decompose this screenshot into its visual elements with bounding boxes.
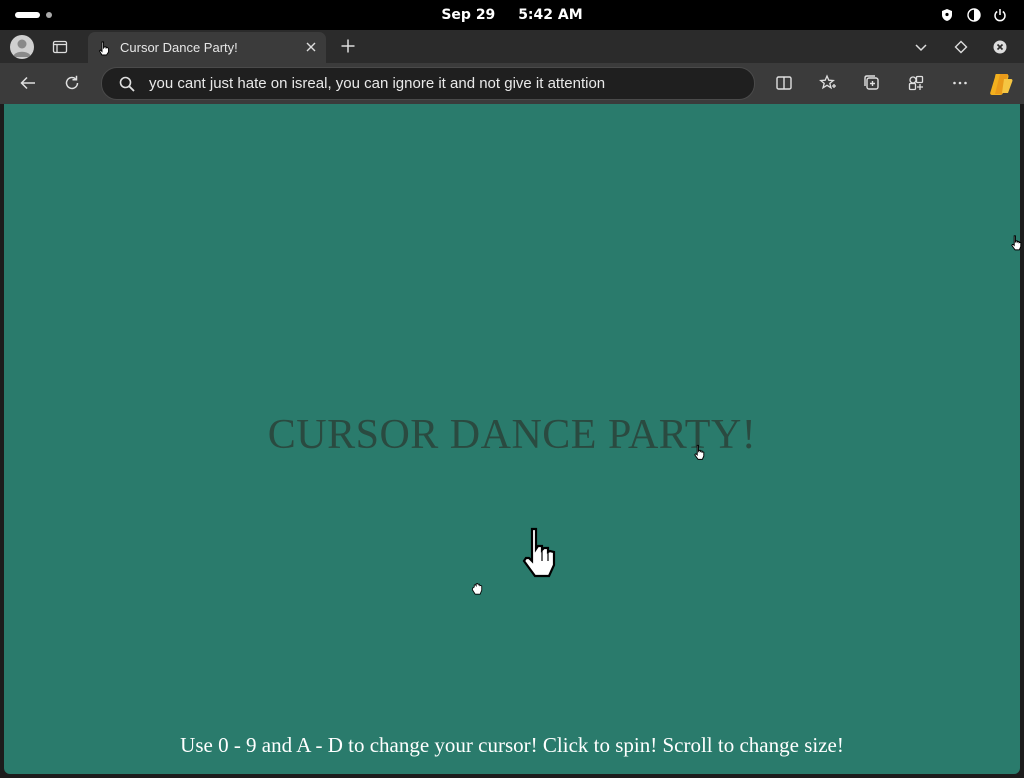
split-screen-icon[interactable] [775, 74, 793, 92]
favorites-icon[interactable] [819, 74, 837, 92]
back-icon[interactable] [19, 74, 37, 92]
hand-cursor-icon [98, 41, 109, 56]
tab-actions-icon[interactable] [52, 39, 68, 55]
page-title: CURSOR DANCE PARTY! [267, 412, 757, 458]
address-bar[interactable]: you cant just hate on isreal, you can ig… [101, 67, 755, 100]
volume-icon[interactable] [967, 8, 981, 22]
tab-title: Cursor Dance Party! [120, 40, 238, 55]
hand-pointer-cursor-icon [1011, 235, 1022, 251]
reload-icon[interactable] [63, 74, 81, 92]
window-close-icon[interactable] [992, 39, 1008, 55]
new-tab-icon[interactable] [340, 38, 356, 54]
clock-date: Sep 29 [441, 7, 496, 23]
os-top-bar: Sep 29 5:42 AM [0, 0, 1024, 30]
tab-strip: Cursor Dance Party! [0, 30, 1024, 63]
extensions-icon[interactable] [907, 74, 925, 92]
tab-cursor-dance-party[interactable]: Cursor Dance Party! [88, 32, 326, 63]
person-icon [13, 39, 31, 57]
clock-time: 5:42 AM [518, 7, 583, 23]
address-input[interactable]: you cant just hate on isreal, you can ig… [149, 75, 605, 92]
hand-pointer-cursor-icon [522, 527, 556, 578]
power-icon[interactable] [993, 8, 1007, 22]
page-content[interactable]: CURSOR DANCE PARTY! Use 0 - 9 and A - D … [4, 104, 1022, 774]
close-icon[interactable] [304, 40, 318, 54]
instructions-text: Use 0 - 9 and A - D to change your curso… [180, 733, 844, 757]
browser-toolbar: you cant just hate on isreal, you can ig… [0, 63, 1024, 104]
copilot-icon[interactable] [988, 71, 1014, 97]
profile-avatar[interactable] [10, 35, 34, 59]
shield-icon[interactable] [940, 8, 954, 22]
chevron-down-icon[interactable] [913, 39, 929, 55]
hand-pointer-cursor-icon [694, 444, 705, 460]
diamond-icon[interactable] [953, 39, 969, 55]
search-icon [119, 76, 135, 92]
collections-icon[interactable] [863, 74, 881, 92]
clock[interactable]: Sep 29 5:42 AM [0, 7, 1024, 23]
open-hand-cursor-icon [471, 582, 483, 595]
more-icon[interactable] [951, 74, 969, 92]
